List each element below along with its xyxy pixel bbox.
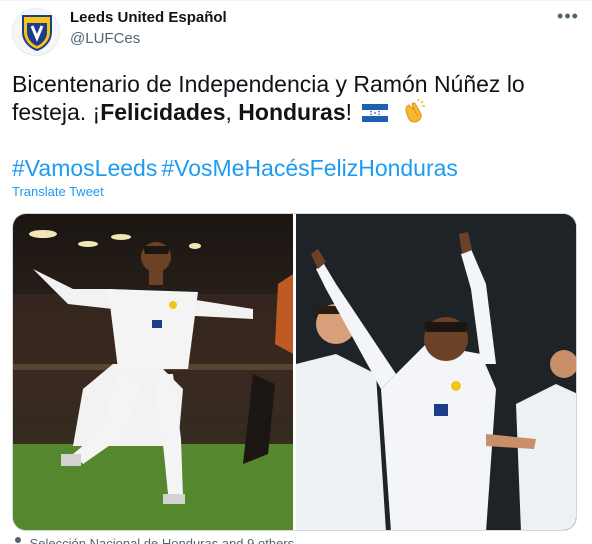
tweet-line-1: Bicentenario de Independencia y Ramón Nú… [12, 71, 525, 97]
media-grid [12, 213, 577, 531]
more-options-icon[interactable]: ••• [556, 6, 580, 30]
photo-right[interactable] [296, 214, 576, 530]
tweet-bold-honduras: Honduras [238, 99, 346, 125]
hashtag-link[interactable]: #VamosLeeds [12, 155, 157, 181]
honduras-flag-icon [362, 100, 389, 122]
author-display-name[interactable]: Leeds United Español [70, 9, 227, 26]
hashtags: #VamosLeeds #VosMeHacésFelizHonduras [12, 154, 462, 182]
top-divider [0, 0, 592, 1]
leeds-crest-icon [22, 15, 52, 52]
tweet-exclamation: ! [345, 99, 353, 125]
tagged-people-text: Selección Nacional de Honduras and 9 oth… [29, 536, 295, 544]
hashtag-link[interactable]: #VosMeHacésFelizHonduras [161, 155, 458, 181]
clapping-hands-icon [401, 98, 427, 130]
tweet-bold-felicidades: Felicidades [100, 99, 226, 125]
tagged-people-link[interactable]: Selección Nacional de Honduras and 9 oth… [12, 536, 294, 544]
player-celebrating-image [13, 230, 293, 530]
translate-tweet-link[interactable]: Translate Tweet [12, 184, 104, 199]
tweet-line-2-prefix: festeja. ¡ [12, 99, 101, 125]
tweet-text: Bicentenario de Independencia y Ramón Nú… [12, 70, 572, 130]
avatar[interactable] [12, 8, 60, 56]
person-icon [12, 536, 26, 544]
author-handle[interactable]: @LUFCes [70, 30, 140, 47]
photo-left[interactable] [13, 214, 293, 530]
tweet-separator: , [225, 99, 239, 125]
players-celebrating-image [296, 214, 576, 530]
